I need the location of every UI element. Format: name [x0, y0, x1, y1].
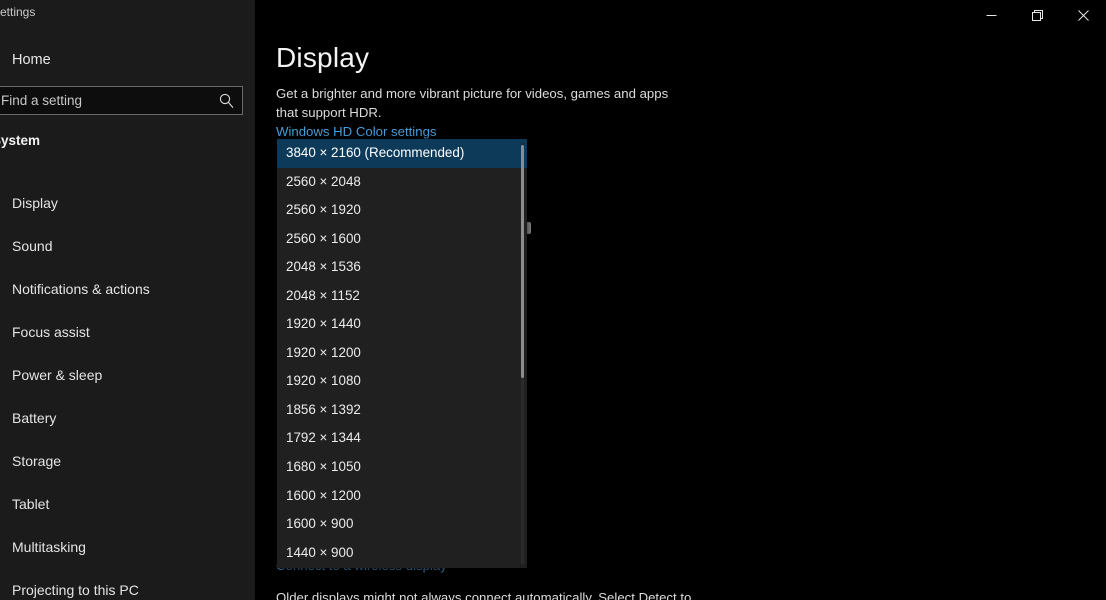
- sidebar-item-label: Display: [12, 195, 58, 211]
- windows-hd-color-settings-link[interactable]: Windows HD Color settings: [276, 124, 437, 139]
- resolution-option[interactable]: 1920 × 1080: [277, 367, 527, 396]
- sidebar-item-label: Multitasking: [12, 539, 86, 555]
- resolution-option[interactable]: 2560 × 2048: [277, 168, 527, 197]
- page-title: Display: [276, 42, 370, 73]
- sidebar-item-battery[interactable]: Battery: [0, 397, 255, 440]
- dropdown-scrollbar-thumb[interactable]: [521, 145, 524, 378]
- sidebar-item-power-sleep[interactable]: Power & sleep: [0, 354, 255, 397]
- sidebar-group-header: System: [0, 133, 41, 148]
- close-icon: [1077, 9, 1089, 21]
- resolution-option-label: 1920 × 1200: [286, 344, 361, 360]
- sidebar: Settings Home System Display Sound Notif…: [0, 0, 255, 600]
- sidebar-item-label: Notifications & actions: [12, 281, 150, 297]
- sidebar-item-storage[interactable]: Storage: [0, 440, 255, 483]
- resolution-option-list: 3840 × 2160 (Recommended) 2560 × 2048 25…: [277, 139, 527, 567]
- resolution-option-label: 1920 × 1440: [286, 316, 361, 332]
- sidebar-item-label: Storage: [12, 453, 62, 469]
- sidebar-item-home-label: Home: [12, 52, 51, 68]
- resolution-option-label: 1600 × 900: [286, 516, 354, 532]
- sidebar-item-projecting-to-this-pc[interactable]: Projecting to this PC: [0, 569, 255, 600]
- sidebar-item-focus-assist[interactable]: Focus assist: [0, 311, 255, 354]
- sidebar-item-label: Power & sleep: [12, 367, 103, 383]
- resolution-option-label: 1440 × 900: [286, 544, 354, 560]
- search-input[interactable]: [0, 87, 207, 114]
- minimize-icon: [986, 14, 996, 16]
- sidebar-item-label: Sound: [12, 238, 53, 254]
- resolution-option[interactable]: 2048 × 1152: [277, 282, 527, 311]
- resolution-option-label: 1792 × 1344: [286, 430, 361, 446]
- sidebar-item-label: Tablet: [12, 496, 50, 512]
- resolution-option[interactable]: 2560 × 1920: [277, 196, 527, 225]
- resolution-option-label: 1600 × 1200: [286, 487, 361, 503]
- restore-button[interactable]: [1014, 0, 1060, 30]
- resolution-option[interactable]: 2560 × 1600: [277, 225, 527, 254]
- resolution-option-label: 2048 × 1152: [286, 287, 360, 303]
- resolution-option-label: 1680 × 1050: [286, 459, 361, 475]
- resolution-option[interactable]: 3840 × 2160 (Recommended): [277, 139, 527, 168]
- resolution-option[interactable]: 1680 × 1050: [277, 453, 527, 482]
- sidebar-item-label: Focus assist: [12, 324, 90, 340]
- resolution-option-label: 2048 × 1536: [286, 259, 361, 275]
- resolution-option-label: 1920 × 1080: [286, 373, 361, 389]
- sidebar-item-notifications-actions[interactable]: Notifications & actions: [0, 268, 255, 311]
- restore-icon: [1031, 9, 1043, 21]
- resolution-option-label: 3840 × 2160 (Recommended): [286, 145, 465, 160]
- resolution-option-label: 2560 × 2048: [286, 173, 361, 189]
- resolution-option-label: 2560 × 1920: [286, 202, 361, 218]
- sidebar-item-label: Battery: [12, 410, 57, 426]
- resolution-option[interactable]: 2048 × 1536: [277, 253, 527, 282]
- minimize-button[interactable]: [968, 0, 1014, 30]
- resolution-option[interactable]: 1920 × 1200: [277, 339, 527, 368]
- settings-window: Settings Home System Display Sound Notif…: [0, 0, 1106, 600]
- window-title: Settings: [0, 5, 36, 19]
- resolution-option[interactable]: 1856 × 1392: [277, 396, 527, 425]
- sidebar-item-label: Projecting to this PC: [12, 582, 139, 598]
- window-caption-buttons: [968, 0, 1106, 30]
- sidebar-item-multitasking[interactable]: Multitasking: [0, 526, 255, 569]
- search-icon[interactable]: [218, 92, 235, 109]
- resolution-option[interactable]: 1600 × 1200: [277, 482, 527, 511]
- sidebar-item-tablet[interactable]: Tablet: [0, 483, 255, 526]
- resolution-dropdown-flyout[interactable]: 3840 × 2160 (Recommended) 2560 × 2048 25…: [277, 139, 527, 568]
- resolution-option[interactable]: 1920 × 1440: [277, 310, 527, 339]
- search-box[interactable]: [0, 86, 243, 115]
- sidebar-item-home[interactable]: Home: [0, 46, 255, 74]
- sidebar-item-display[interactable]: Display: [0, 182, 255, 225]
- hdr-description: Get a brighter and more vibrant picture …: [276, 86, 669, 120]
- resolution-option[interactable]: 1440 × 900: [277, 539, 527, 568]
- sidebar-nav-list: Display Sound Notifications & actions Fo…: [0, 182, 255, 600]
- resolution-option-label: 1856 × 1392: [286, 401, 361, 417]
- detect-displays-note: Older displays might not always connect …: [276, 590, 692, 600]
- resolution-option-label: 2560 × 1600: [286, 230, 361, 246]
- resolution-option[interactable]: 1792 × 1344: [277, 424, 527, 453]
- sidebar-item-sound[interactable]: Sound: [0, 225, 255, 268]
- resolution-option[interactable]: 1600 × 900: [277, 510, 527, 539]
- close-button[interactable]: [1060, 0, 1106, 30]
